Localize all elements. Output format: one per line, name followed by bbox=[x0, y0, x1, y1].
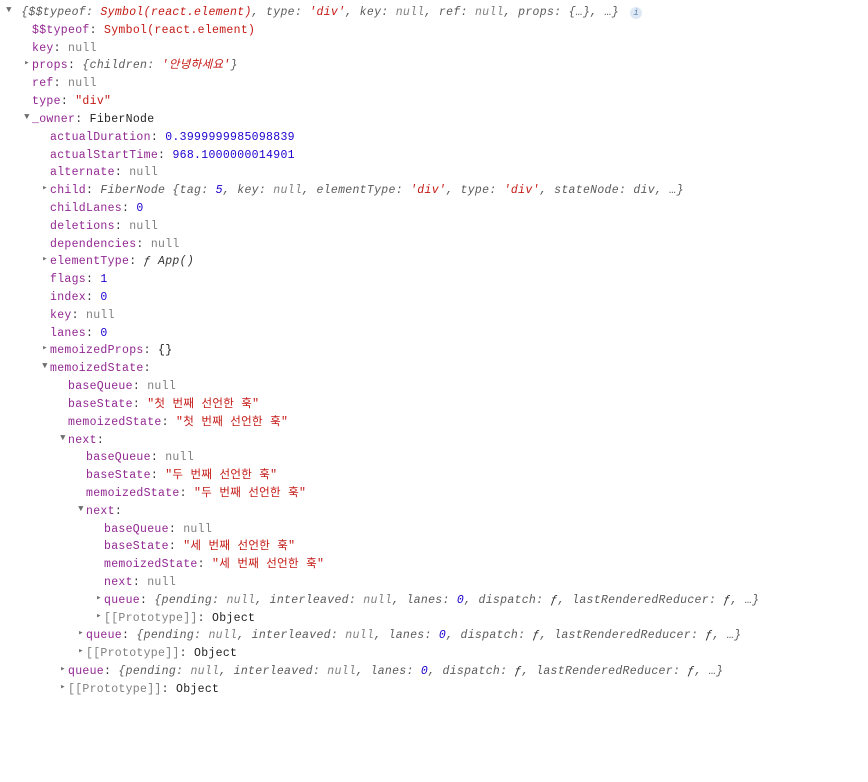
disclosure-triangle-icon[interactable]: ▼ bbox=[22, 111, 32, 125]
tree-row[interactable]: ▸alternate: null bbox=[4, 164, 864, 182]
tree-row[interactable]: ▸memoizedState: "첫 번째 선언한 훅" bbox=[4, 414, 864, 432]
tree-row-root[interactable]: ▼ {$$typeof: Symbol(react.element), type… bbox=[4, 4, 864, 22]
tree-row[interactable]: ▸next: null bbox=[4, 574, 864, 592]
tree-row[interactable]: ▸child: FiberNode {tag: 5, key: null, el… bbox=[4, 182, 864, 200]
tree-row[interactable]: ▸actualStartTime: 968.1000000014901 bbox=[4, 147, 864, 165]
tree-row[interactable]: ▸baseState: "세 번째 선언한 훅" bbox=[4, 538, 864, 556]
tree-row[interactable]: ▸flags: 1 bbox=[4, 271, 864, 289]
tree-row[interactable]: ▸$$typeof: Symbol(react.element) bbox=[4, 22, 864, 40]
tree-row[interactable]: ▸ref: null bbox=[4, 75, 864, 93]
tree-row[interactable]: ▸type: "div" bbox=[4, 93, 864, 111]
info-icon[interactable]: i bbox=[630, 7, 642, 19]
tree-row[interactable]: ▸index: 0 bbox=[4, 289, 864, 307]
tree-row[interactable]: ▸memoizedState: "세 번째 선언한 훅" bbox=[4, 556, 864, 574]
disclosure-triangle-icon[interactable]: ▸ bbox=[40, 182, 50, 196]
disclosure-triangle-icon[interactable]: ▼ bbox=[76, 503, 86, 517]
tree-row-prototype[interactable]: ▸[[Prototype]]: Object bbox=[4, 610, 864, 628]
tree-row-queue[interactable]: ▸queue: {pending: null, interleaved: nul… bbox=[4, 627, 864, 645]
disclosure-triangle-icon[interactable]: ▸ bbox=[76, 627, 86, 641]
tree-row-queue[interactable]: ▸queue: {pending: null, interleaved: nul… bbox=[4, 592, 864, 610]
tree-row[interactable]: ▸deletions: null bbox=[4, 218, 864, 236]
tree-row-queue[interactable]: ▸queue: {pending: null, interleaved: nul… bbox=[4, 663, 864, 681]
tree-row[interactable]: ▸key: null bbox=[4, 40, 864, 58]
tree-row[interactable]: ▸baseState: "첫 번째 선언한 훅" bbox=[4, 396, 864, 414]
tree-row-prototype[interactable]: ▸[[Prototype]]: Object bbox=[4, 645, 864, 663]
tree-row[interactable]: ▸actualDuration: 0.3999999985098839 bbox=[4, 129, 864, 147]
tree-row-owner[interactable]: ▼_owner: FiberNode bbox=[4, 111, 864, 129]
tree-row-next[interactable]: ▼next: bbox=[4, 503, 864, 521]
disclosure-triangle-icon[interactable]: ▸ bbox=[40, 253, 50, 267]
disclosure-triangle-icon[interactable]: ▼ bbox=[4, 4, 14, 18]
disclosure-triangle-icon[interactable]: ▼ bbox=[40, 360, 50, 374]
disclosure-triangle-icon[interactable]: ▸ bbox=[58, 663, 68, 677]
tree-row-next[interactable]: ▼next: bbox=[4, 432, 864, 450]
disclosure-triangle-icon[interactable]: ▸ bbox=[58, 681, 68, 695]
disclosure-triangle-icon[interactable]: ▸ bbox=[40, 342, 50, 356]
tree-row[interactable]: ▸lanes: 0 bbox=[4, 325, 864, 343]
tree-row[interactable]: ▸dependencies: null bbox=[4, 236, 864, 254]
tree-row[interactable]: ▸baseQueue: null bbox=[4, 521, 864, 539]
tree-row[interactable]: ▸baseQueue: null bbox=[4, 378, 864, 396]
tree-row[interactable]: ▸baseState: "두 번째 선언한 훅" bbox=[4, 467, 864, 485]
tree-row[interactable]: ▸memoizedState: "두 번째 선언한 훅" bbox=[4, 485, 864, 503]
tree-row[interactable]: ▸childLanes: 0 bbox=[4, 200, 864, 218]
tree-row[interactable]: ▸baseQueue: null bbox=[4, 449, 864, 467]
disclosure-triangle-icon[interactable]: ▸ bbox=[76, 645, 86, 659]
tree-row[interactable]: ▸elementType: ƒ App() bbox=[4, 253, 864, 271]
disclosure-triangle-icon[interactable]: ▼ bbox=[58, 432, 68, 446]
tree-row-prototype[interactable]: ▸[[Prototype]]: Object bbox=[4, 681, 864, 699]
tree-row[interactable]: ▸key: null bbox=[4, 307, 864, 325]
tree-row[interactable]: ▸memoizedProps: {} bbox=[4, 342, 864, 360]
tree-row-memostate[interactable]: ▼memoizedState: bbox=[4, 360, 864, 378]
tree-row[interactable]: ▸props: {children: '안녕하세요'} bbox=[4, 57, 864, 75]
disclosure-triangle-icon[interactable]: ▸ bbox=[94, 592, 104, 606]
disclosure-triangle-icon[interactable]: ▸ bbox=[94, 610, 104, 624]
disclosure-triangle-icon[interactable]: ▸ bbox=[22, 57, 32, 71]
